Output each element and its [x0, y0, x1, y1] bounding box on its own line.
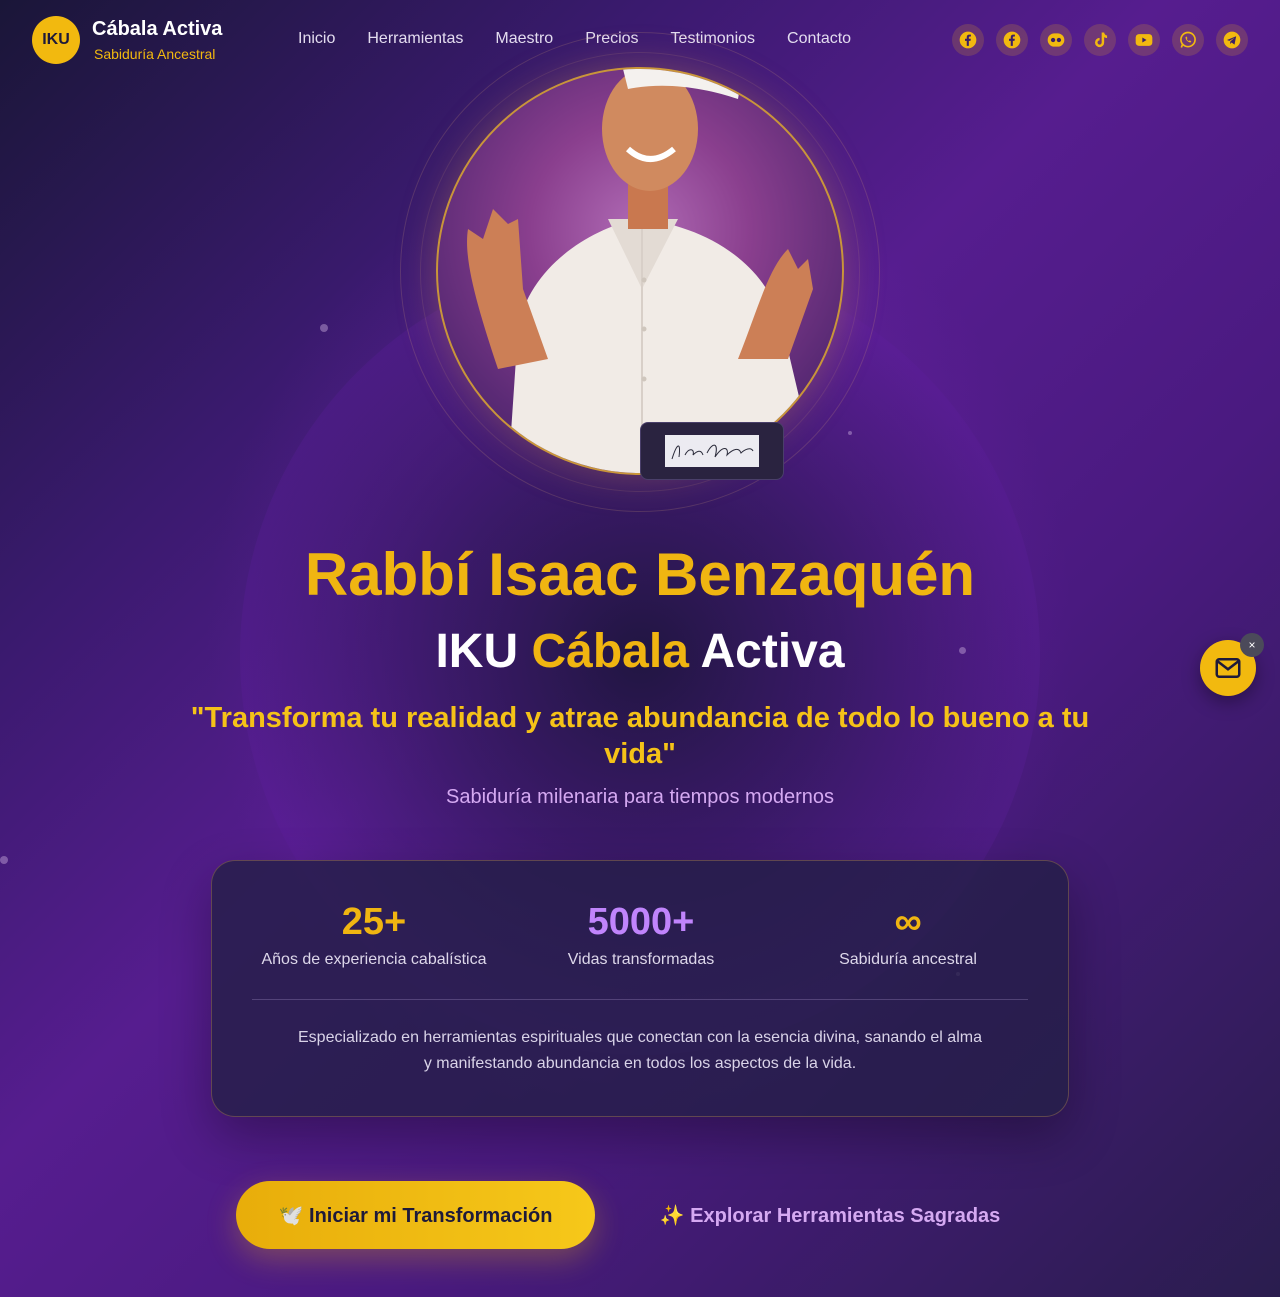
card-description: Especializado en herramientas espiritual… — [298, 1029, 982, 1072]
decorative-dot — [848, 431, 852, 435]
decorative-dot — [0, 856, 8, 864]
card-divider — [252, 999, 1028, 1000]
close-icon[interactable]: × — [1240, 633, 1264, 657]
whatsapp-icon[interactable] — [1172, 24, 1204, 56]
hero-lead: Sabiduría milenaria para tiempos moderno… — [446, 786, 834, 808]
brand-name[interactable]: Cábala Activa — [92, 18, 222, 41]
facebook-icon[interactable] — [996, 24, 1028, 56]
explore-tools-button[interactable]: ✨ Explorar Herramientas Sagradas — [640, 1181, 1020, 1249]
brand-headline-activa: Activa — [700, 625, 845, 678]
signature-image — [665, 435, 759, 467]
flickr-icon[interactable] — [1040, 24, 1072, 56]
logo-badge[interactable]: IKU — [32, 16, 80, 64]
nav-link-inicio[interactable]: Inicio — [298, 30, 335, 48]
brand-headline-cabala: Cábala — [531, 625, 689, 678]
brand-headline: IKU Cábala Activa — [0, 624, 1280, 679]
stat-wisdom: ∞ Sabiduría ancestral — [778, 899, 1038, 969]
master-portrait — [436, 67, 844, 475]
stat-label: Años de experiencia cabalística — [261, 951, 487, 968]
tiktok-icon[interactable] — [1084, 24, 1116, 56]
brand-headline-iku: IKU — [435, 625, 519, 678]
facebook-icon[interactable] — [952, 24, 984, 56]
stat-value: 5000+ — [587, 901, 695, 943]
nav-link-contacto[interactable]: Contacto — [787, 30, 851, 48]
stat-value: 25+ — [341, 901, 407, 943]
nav-link-maestro[interactable]: Maestro — [495, 30, 553, 48]
social-links — [952, 24, 1248, 56]
stat-label: Vidas transformadas — [567, 951, 715, 968]
nav-link-herramientas[interactable]: Herramientas — [367, 30, 463, 48]
start-transformation-button[interactable]: 🕊️ Iniciar mi Transformación — [236, 1181, 595, 1249]
stat-value: ∞ — [894, 901, 922, 943]
stat-experience: 25+ Años de experiencia cabalística — [244, 899, 504, 969]
mail-icon — [1215, 658, 1241, 678]
hero-tagline: "Transforma tu realidad y atrae abundanc… — [190, 702, 1090, 770]
telegram-icon[interactable] — [1216, 24, 1248, 56]
stat-label: Sabiduría ancestral — [839, 951, 977, 968]
master-name: Rabbí Isaac Benzaquén — [304, 541, 976, 608]
youtube-icon[interactable] — [1128, 24, 1160, 56]
brand-tagline: Sabiduría Ancestral — [94, 46, 216, 62]
signature-badge — [640, 422, 784, 480]
decorative-dot — [320, 324, 328, 332]
stat-lives: 5000+ Vidas transformadas — [511, 899, 771, 969]
stats-card: 25+ Años de experiencia cabalística 5000… — [211, 860, 1069, 1117]
